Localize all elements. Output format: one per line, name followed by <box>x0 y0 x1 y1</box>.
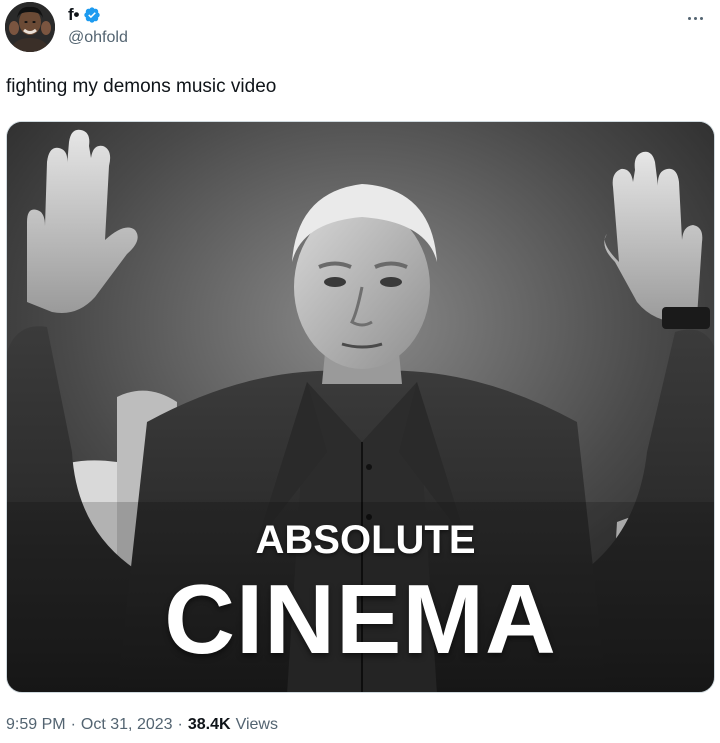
views-count: 38.4K <box>187 716 231 733</box>
author-avatar[interactable] <box>5 2 55 52</box>
avatar-image <box>5 2 55 52</box>
author-handle[interactable]: @ohfold <box>68 29 128 47</box>
more-icon-dot <box>693 16 697 20</box>
author-display-name[interactable]: f• <box>68 5 79 25</box>
tweet-media-image[interactable]: ABSOLUTE CINEMA <box>6 121 715 693</box>
meta-separator: · <box>70 716 76 733</box>
more-options-button[interactable] <box>682 8 708 28</box>
meme-caption-bottom: CINEMA <box>164 564 557 674</box>
tweet-text: fighting my demons music video <box>6 76 277 97</box>
author-name-row: f• <box>68 4 101 26</box>
more-icon-dot <box>699 16 703 20</box>
tweet-time[interactable]: 9:59 PM <box>6 716 66 734</box>
more-icon-dot <box>687 16 691 20</box>
tweet-date[interactable]: Oct 31, 2023 <box>81 716 173 734</box>
tweet-meta-row: 9:59 PM · Oct 31, 2023 · 38.4K Views <box>6 716 278 734</box>
views-label: Views <box>235 716 278 733</box>
tweet-card: f• @ohfold fighting my demons music vide… <box>0 0 720 743</box>
meta-separator: · <box>177 716 183 733</box>
verified-badge-icon <box>83 6 101 24</box>
meme-caption-top: ABSOLUTE <box>255 518 476 562</box>
